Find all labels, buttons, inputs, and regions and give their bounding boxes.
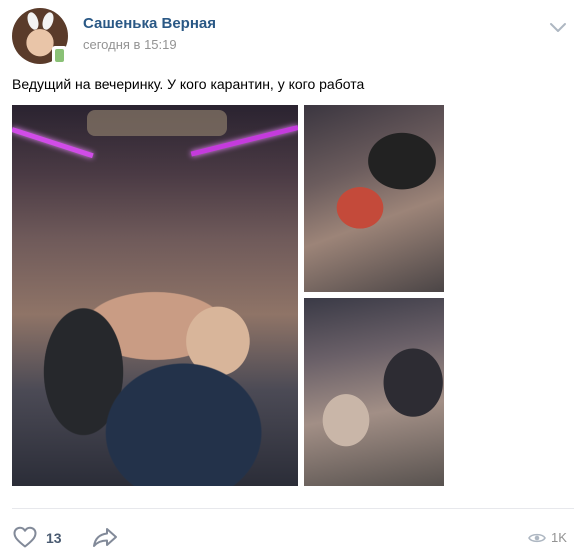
post-photo-main[interactable] xyxy=(12,105,298,486)
post-time[interactable]: сегодня в 15:19 xyxy=(83,37,177,52)
post-text: Ведущий на вечеринку. У кого карантин, у… xyxy=(12,76,365,92)
view-count: 1K xyxy=(551,530,567,545)
like-count[interactable]: 13 xyxy=(46,530,62,546)
mobile-online-icon xyxy=(52,46,67,65)
footer-divider xyxy=(12,508,574,509)
share-arrow-icon[interactable] xyxy=(92,526,118,548)
post-author[interactable]: Сашенька Верная xyxy=(83,15,216,32)
bunny-ear-right xyxy=(40,10,56,32)
eye-icon xyxy=(528,533,546,543)
heart-icon[interactable] xyxy=(12,525,38,549)
chevron-down-icon[interactable] xyxy=(549,20,567,34)
bunny-ear-left xyxy=(25,10,41,32)
post-photo-2[interactable] xyxy=(304,105,444,292)
post-photo-3[interactable] xyxy=(304,298,444,486)
